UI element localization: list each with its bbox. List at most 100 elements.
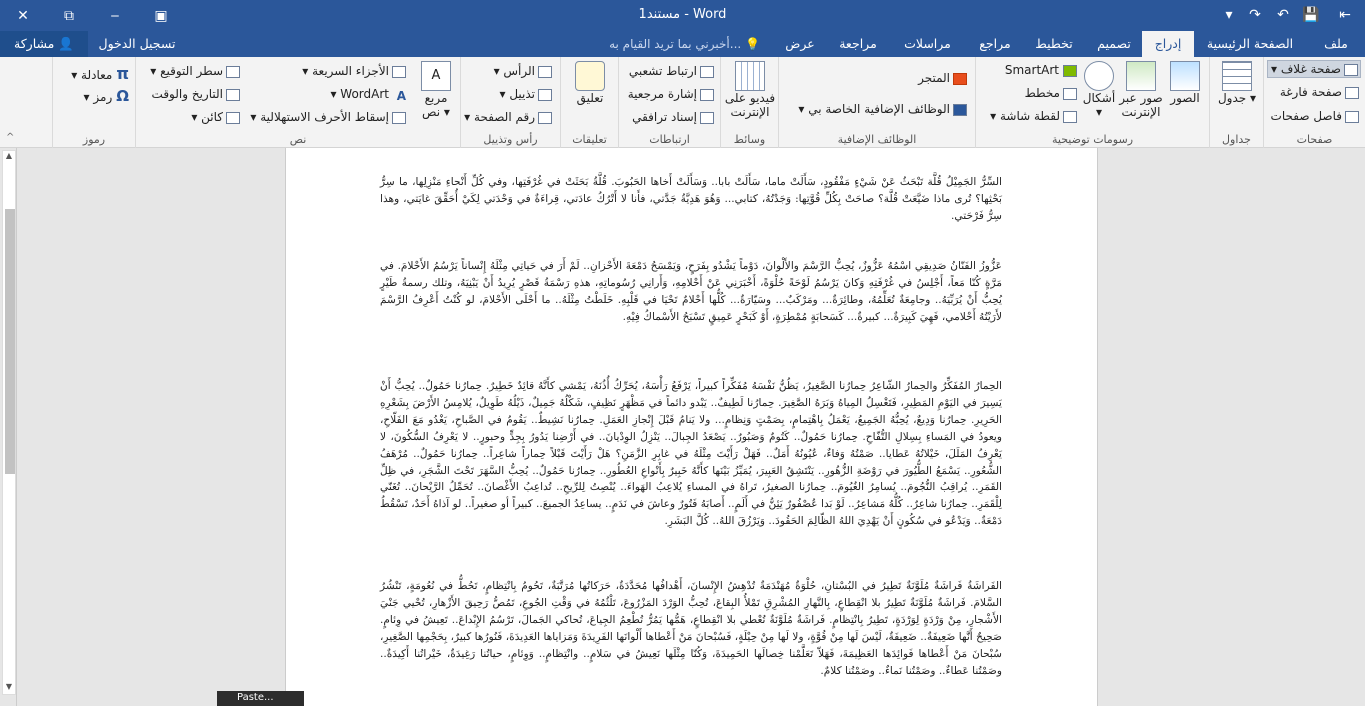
save-icon[interactable]: 💾 [1297,0,1325,31]
chart-label: مخطط [1024,86,1060,100]
cross-reference-button[interactable]: إسناد ترافقي [632,110,714,124]
tab-view[interactable]: عرض [780,31,820,57]
footer-button[interactable]: تذييل ▾ [499,87,552,101]
page-break-icon [1345,110,1359,123]
tab-mailings[interactable]: مراسلات [895,31,960,57]
store-icon [953,72,967,85]
share-label: مشاركة [14,36,55,51]
quick-parts-button[interactable]: الأجزاء السريعة ▾ [302,64,406,78]
redo-icon[interactable]: ↷ [1241,0,1269,31]
online-video-button[interactable]: فيديو على الإنترنت [723,61,777,119]
blank-page-button[interactable]: صفحة فارغة [1280,85,1359,99]
cross-reference-icon [700,111,714,124]
cover-page-button[interactable]: صفحة غلاف ▾ [1267,60,1361,78]
back-icon[interactable]: ⇤ [1325,0,1365,31]
drop-cap-icon [392,111,406,124]
hyperlink-button[interactable]: ارتباط تشعبي [629,64,714,78]
online-pictures-button[interactable]: صور عبر الإنترنت [1118,61,1164,119]
tell-me-text: أخبرني بما تريد القيام به... [609,37,742,51]
date-time-icon [226,88,240,101]
hyperlink-label: ارتباط تشعبي [628,64,697,78]
tab-references[interactable]: مراجع [970,31,1020,57]
text-box-label: مربع نص [422,91,448,119]
page-break-button[interactable]: فاصل صفحات [1271,109,1359,123]
person-icon: 👤 [58,36,74,51]
signature-line-button[interactable]: سطر التوقيع ▾ [150,64,240,78]
my-addins-icon [953,103,967,116]
text-box-icon: A [421,61,451,91]
tab-insert[interactable]: إدراج [1142,31,1194,57]
group-comments: تعليق تعليقات [560,57,618,148]
paragraph-2[interactable]: عَزُّوزُ الفَنّانُ صَدِيقِي اسْمُهُ عَزُ… [380,258,1002,326]
comment-button[interactable]: تعليق [567,61,613,105]
group-label-tables: جداول [1222,133,1251,146]
page-number-icon [538,111,552,124]
customize-qat-icon[interactable]: ▾ [1217,0,1241,31]
shapes-label: أشكال [1082,91,1116,105]
comment-icon [575,61,605,91]
tab-review[interactable]: مراجعة [832,31,884,57]
blank-page-label: صفحة فارغة [1279,85,1342,99]
paragraph-4[interactable]: الفَراشَةُ فَراشَةٌ مُلَوَّنَةٌ تَطِيرُ … [380,578,1002,679]
collapse-ribbon-icon[interactable]: ^ [6,132,14,143]
tab-layout[interactable]: تخطيط [1028,31,1080,57]
window-title: مستند1 - Word [638,7,727,22]
group-links: ارتباط تشعبي إشارة مرجعية إسناد ترافقي ا… [618,57,720,148]
page-number-button[interactable]: رقم الصفحة ▾ [464,110,552,124]
document-page[interactable]: السِّرُّ الجَمِيْلُ قُلَّة تَبْحَثُ عَنْ… [285,148,1098,706]
pictures-icon [1170,61,1200,91]
lightbulb-icon: 💡 [745,37,760,51]
signature-line-icon [226,65,240,78]
group-label-comments: تعليقات [572,133,607,146]
drop-cap-button[interactable]: إسقاط الأحرف الاستهلالية ▾ [250,110,406,124]
footer-label: تذييل [509,87,535,101]
paste-tooltip: Paste... [217,691,304,706]
header-button[interactable]: الرأس ▾ [494,64,552,78]
bookmark-button[interactable]: إشارة مرجعية [628,87,714,101]
wordart-button[interactable]: AWordArt ▾ [330,87,406,103]
group-label-header-footer: رأس وتذييل [483,133,538,146]
table-label: جدول [1217,91,1247,105]
tab-design[interactable]: تصميم [1088,31,1140,57]
tab-file[interactable]: ملف [1314,31,1358,57]
group-label-illustrations: رسومات توضيحية [1051,133,1134,146]
pictures-button[interactable]: الصور [1164,61,1206,105]
smartart-button[interactable]: SmartArt [1005,63,1077,77]
group-media: فيديو على الإنترنت وسائط [720,57,778,148]
equation-button[interactable]: πمعادلة ▾ [71,64,129,83]
scroll-thumb[interactable] [5,209,15,474]
quick-parts-icon [392,65,406,78]
blank-page-icon [1345,86,1359,99]
paragraph-3[interactable]: الحِمارُ المُفَكِّرُ والحِمارُ الشّاعِرُ… [380,378,1002,530]
shapes-button[interactable]: أشكال ▾ [1080,61,1118,119]
text-box-button[interactable]: A مربع نص ▾ [416,61,456,119]
date-time-button[interactable]: التاريخ والوقت [152,87,240,101]
quick-access-toolbar: ▾ ↷ ↶ 💾 ⇤ [1217,0,1365,31]
symbol-label: رمز [93,90,113,104]
tab-home[interactable]: الصفحة الرئيسية [1195,31,1305,57]
cover-page-icon [1344,63,1358,76]
drop-cap-label: إسقاط الأحرف الاستهلالية [260,110,389,124]
object-icon [226,111,240,124]
undo-icon[interactable]: ↶ [1269,0,1297,31]
table-button[interactable]: جدول ▾ [1214,61,1260,105]
object-button[interactable]: كائن ▾ [191,110,240,124]
scrollbar[interactable]: ▲ ▼ [2,150,16,695]
screenshot-button[interactable]: لقطة شاشة ▾ [990,109,1077,123]
scroll-down-arrow[interactable]: ▼ [3,682,15,694]
scroll-up-arrow[interactable]: ▲ [3,151,15,163]
quick-parts-label: الأجزاء السريعة [312,64,389,78]
chart-icon [1063,87,1077,100]
store-button[interactable]: المتجر [918,71,967,85]
paragraph-1[interactable]: السِّرُّ الجَمِيْلُ قُلَّة تَبْحَثُ عَنْ… [380,174,1002,225]
my-addins-button[interactable]: الوظائف الإضافية الخاصة بي ▾ [798,102,967,116]
bookmark-icon [700,88,714,101]
pictures-label: الصور [1170,91,1200,105]
screenshot-label: لقطة شاشة [999,109,1060,123]
symbol-button[interactable]: Ωرمز ▾ [84,87,129,105]
page-number-label: رقم الصفحة [474,110,535,124]
share-button[interactable]: مشاركة 👤 [0,31,88,57]
chart-button[interactable]: مخطط [1025,86,1077,100]
signin-link[interactable]: تسجيل الدخول [92,31,182,57]
tell-me-box[interactable]: أخبرني بما تريد القيام به... 💡 [590,31,760,57]
